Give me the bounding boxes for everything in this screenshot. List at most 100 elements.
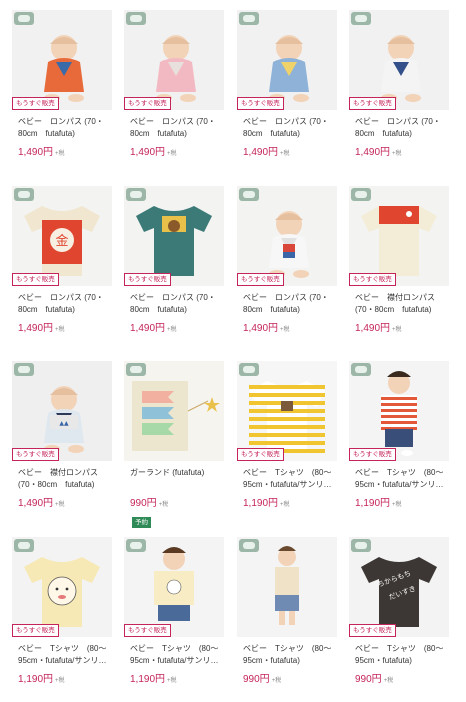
- tax-label: +税: [158, 502, 169, 508]
- product-image[interactable]: もうすぐ販売: [237, 186, 337, 286]
- tax-label: +税: [55, 327, 65, 333]
- product-card[interactable]: ベビー Tシャツ (80〜95cm・futafuta) 990円 +税: [237, 537, 337, 685]
- product-image[interactable]: [237, 537, 337, 637]
- brand-logo-icon: [351, 539, 371, 552]
- product-card[interactable]: もうすぐ販売ベビー ロンパス (70・80cm futafuta) 1,490円 +…: [12, 10, 112, 158]
- coming-soon-badge: もうすぐ販売: [349, 273, 396, 286]
- product-price: 1,490円 +税: [349, 143, 449, 158]
- svg-text:金: 金: [55, 233, 68, 249]
- coming-soon-badge: もうすぐ販売: [12, 273, 59, 286]
- product-price: 1,190円 +税: [12, 670, 112, 685]
- product-card[interactable]: もうすぐ販売ベビー Tシャツ (80〜95cm・futafuta/サンリ… 1,1…: [12, 537, 112, 685]
- price-value: 1,490円: [355, 147, 391, 158]
- product-image[interactable]: もうすぐ販売: [349, 186, 449, 286]
- price-value: 1,190円: [243, 498, 279, 509]
- brand-logo-icon: [126, 188, 146, 201]
- product-image[interactable]: もうすぐ販売: [124, 186, 224, 286]
- product-name[interactable]: ベビー Tシャツ (80〜95cm・futafuta/サンリ…: [12, 643, 112, 667]
- coming-soon-badge: もうすぐ販売: [349, 624, 396, 637]
- product-image[interactable]: もうすぐ販売: [12, 10, 112, 110]
- product-card[interactable]: ガーランド (futafuta) 990円 +税 予約: [124, 361, 224, 528]
- product-price: 1,490円 +税: [349, 319, 449, 334]
- price-value: 1,190円: [130, 674, 166, 685]
- product-card[interactable]: もうすぐ販売ベビー Tシャツ (80〜95cm・futafuta/サンリ… 1,1…: [124, 537, 224, 685]
- product-image[interactable]: もうすぐ販売: [349, 361, 449, 461]
- product-name[interactable]: ベビー ロンパス (70・80cm futafuta): [12, 292, 112, 316]
- brand-logo-icon: [351, 363, 371, 376]
- price-value: 1,490円: [18, 323, 54, 334]
- product-name[interactable]: ベビー ロンパス (70・80cm futafuta): [237, 292, 337, 316]
- product-price: 1,490円 +税: [12, 319, 112, 334]
- price-value: 1,490円: [243, 323, 279, 334]
- product-image[interactable]: ちからもち だいすき もうすぐ販売: [349, 537, 449, 637]
- product-name[interactable]: ベビー ロンパス (70・80cm futafuta): [124, 292, 224, 316]
- brand-logo-icon: [14, 188, 34, 201]
- product-grid: もうすぐ販売 ベビー ロンパス (70・80cm futafuta) 1,490円 +…: [0, 0, 466, 702]
- coming-soon-badge: もうすぐ販売: [124, 624, 171, 637]
- product-name[interactable]: ベビー ロンパス (70・80cm futafuta): [237, 116, 337, 140]
- tax-label: +税: [167, 327, 177, 333]
- product-name[interactable]: ベビー ロンパス (70・80cm futafuta): [349, 116, 449, 140]
- product-image[interactable]: もうすぐ販売: [237, 10, 337, 110]
- product-name[interactable]: ベビー ロンパス (70・80cm futafuta): [12, 116, 112, 140]
- tax-label: +税: [392, 327, 402, 333]
- product-card[interactable]: ちからもち だいすき もうすぐ販売ベビー Tシャツ (80〜95cm・futafut…: [349, 537, 449, 685]
- product-name[interactable]: ベビー Tシャツ (80〜95cm・futafuta): [349, 643, 449, 667]
- price-value: 1,490円: [130, 323, 166, 334]
- product-image[interactable]: もうすぐ販売: [12, 537, 112, 637]
- price-value: 990円: [243, 674, 270, 685]
- product-image[interactable]: もうすぐ販売: [349, 10, 449, 110]
- tax-label: +税: [280, 327, 290, 333]
- product-price: 1,490円 +税: [124, 319, 224, 334]
- price-value: 1,490円: [243, 147, 279, 158]
- product-card[interactable]: ▲▲ もうすぐ販売ベビー 襟付ロンパス (70・80cm futafuta) 1,4…: [12, 361, 112, 509]
- product-price: 1,490円 +税: [237, 143, 337, 158]
- product-image[interactable]: [124, 361, 224, 461]
- tax-label: +税: [55, 678, 65, 684]
- brand-logo-icon: [239, 363, 259, 376]
- product-image[interactable]: 金もうすぐ販売: [12, 186, 112, 286]
- price-value: 1,490円: [18, 498, 54, 509]
- product-name[interactable]: ベビー 襟付ロンパス (70・80cm futafuta): [349, 292, 449, 316]
- product-name[interactable]: ベビー 襟付ロンパス (70・80cm futafuta): [12, 467, 112, 491]
- product-name[interactable]: ベビー ロンパス (70・80cm futafuta): [124, 116, 224, 140]
- product-image[interactable]: もうすぐ販売: [124, 10, 224, 110]
- product-price: 990円 +税: [349, 670, 449, 685]
- brand-logo-icon: [239, 188, 259, 201]
- brand-logo-icon: [351, 12, 371, 25]
- product-card[interactable]: もうすぐ販売ベビー ロンパス (70・80cm futafuta) 1,490円 +…: [124, 186, 224, 334]
- product-image[interactable]: もうすぐ販売: [237, 361, 337, 461]
- brand-logo-icon: [14, 539, 34, 552]
- coming-soon-badge: もうすぐ販売: [124, 273, 171, 286]
- product-card[interactable]: もうすぐ販売ベビー ロンパス (70・80cm futafuta) 1,490円 +…: [349, 10, 449, 158]
- price-value: 1,190円: [355, 498, 391, 509]
- product-image[interactable]: もうすぐ販売: [124, 537, 224, 637]
- product-name[interactable]: ベビー Tシャツ (80〜95cm・futafuta/サンリ…: [237, 467, 337, 491]
- brand-logo-icon: [14, 12, 34, 25]
- price-value: 1,190円: [18, 674, 54, 685]
- tax-label: +税: [167, 678, 177, 684]
- product-price: 1,190円 +税: [237, 494, 337, 509]
- product-name[interactable]: ガーランド (futafuta): [124, 467, 224, 491]
- product-card[interactable]: もうすぐ販売ベビー ロンパス (70・80cm futafuta) 1,490円 +…: [237, 10, 337, 158]
- tax-label: +税: [167, 151, 177, 157]
- product-price: 1,490円 +税: [124, 143, 224, 158]
- coming-soon-badge: もうすぐ販売: [12, 624, 59, 637]
- product-image[interactable]: ▲▲ もうすぐ販売: [12, 361, 112, 461]
- product-name[interactable]: ベビー Tシャツ (80〜95cm・futafuta/サンリ…: [124, 643, 224, 667]
- product-price: 1,190円 +税: [349, 494, 449, 509]
- product-name[interactable]: ベビー Tシャツ (80〜95cm・futafuta/サンリ…: [349, 467, 449, 491]
- coming-soon-badge: もうすぐ販売: [349, 448, 396, 461]
- tax-label: +税: [280, 502, 290, 508]
- price-value: 1,490円: [18, 147, 54, 158]
- product-card[interactable]: もうすぐ販売ベビー Tシャツ (80〜95cm・futafuta/サンリ… 1,1…: [237, 361, 337, 509]
- coming-soon-badge: もうすぐ販売: [237, 273, 284, 286]
- product-card[interactable]: もうすぐ販売ベビー ロンパス (70・80cm futafuta) 1,490円 +…: [124, 10, 224, 158]
- product-card[interactable]: もうすぐ販売ベビー 襟付ロンパス (70・80cm futafuta) 1,490…: [349, 186, 449, 334]
- product-card[interactable]: もうすぐ販売ベビー ロンパス (70・80cm futafuta) 1,490円 +…: [237, 186, 337, 334]
- product-price: 1,490円 +税: [12, 143, 112, 158]
- product-card[interactable]: 金もうすぐ販売ベビー ロンパス (70・80cm futafuta) 1,490円…: [12, 186, 112, 334]
- price-value: 1,490円: [130, 147, 166, 158]
- product-name[interactable]: ベビー Tシャツ (80〜95cm・futafuta): [237, 643, 337, 667]
- product-card[interactable]: もうすぐ販売ベビー Tシャツ (80〜95cm・futafuta/サンリ… 1,1…: [349, 361, 449, 509]
